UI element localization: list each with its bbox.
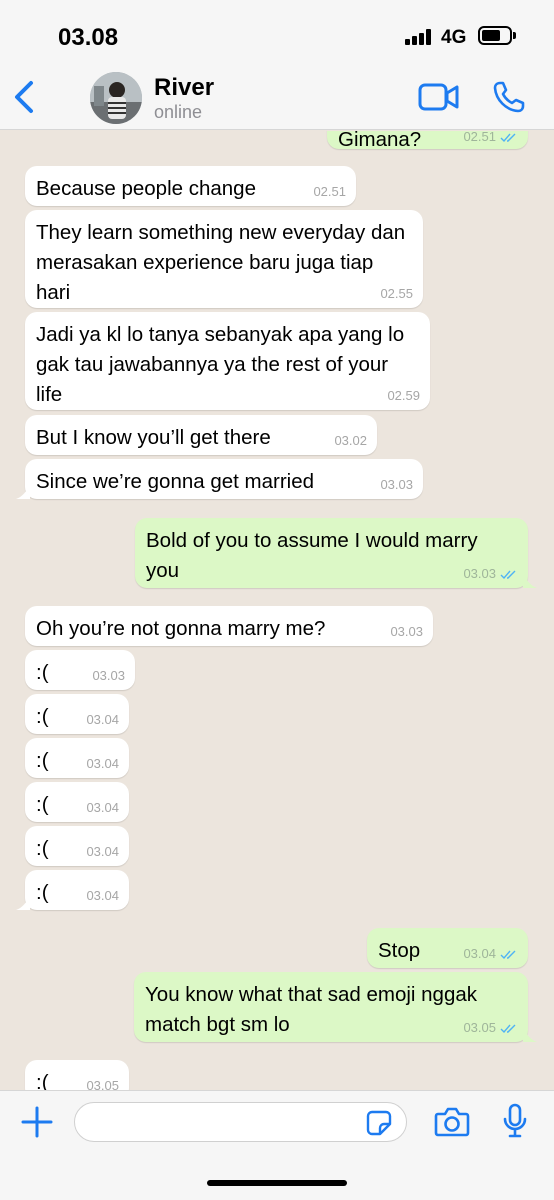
message-time: 03.04 <box>86 888 119 903</box>
message-time: 03.03 <box>92 668 125 683</box>
message-text: :( <box>36 881 49 904</box>
video-camera-icon <box>418 83 459 111</box>
status-time: 03.08 <box>58 24 119 51</box>
message-text: Gimana? <box>338 131 422 151</box>
message-text: Because people change <box>36 177 256 200</box>
message-bubble[interactable]: :( 03.04 <box>16 870 129 910</box>
message-bubble[interactable]: Since we’re gonna get married 03.03 <box>16 459 423 499</box>
message-text: Oh you’re not gonna marry me? <box>36 617 326 640</box>
read-receipt-icon <box>500 950 516 959</box>
status-bar: 03.08 4G <box>0 0 554 64</box>
message-time: 02.51 <box>463 131 496 144</box>
read-receipt-icon <box>500 133 516 142</box>
message-text: :( <box>36 749 49 772</box>
message-time: 03.04 <box>86 712 119 727</box>
message-bubble[interactable]: You know what that sad emoji nggak match… <box>134 972 537 1042</box>
message-bubble[interactable]: But I know you’ll get there 03.02 <box>25 415 377 455</box>
message-bubble[interactable]: :( 03.04 <box>25 782 129 822</box>
message-bubble[interactable]: :( 03.05 <box>25 1060 129 1090</box>
camera-icon <box>434 1107 470 1137</box>
voice-call-button[interactable] <box>492 80 526 114</box>
message-time: 03.03 <box>380 477 413 492</box>
message-bubble[interactable]: Oh you’re not gonna marry me? 03.03 <box>25 606 433 646</box>
read-receipt-icon <box>500 570 516 579</box>
message-bubble[interactable]: :( 03.03 <box>25 650 135 690</box>
message-text: :( <box>36 793 49 816</box>
battery-icon <box>478 26 516 45</box>
attach-button[interactable] <box>20 1105 54 1139</box>
message-bubble[interactable]: They learn something new everyday dan me… <box>25 210 423 308</box>
message-time: 03.03 <box>390 624 423 639</box>
message-time: 02.59 <box>387 388 420 403</box>
message-time: 03.04 <box>86 756 119 771</box>
message-text: You know what that sad emoji nggak match… <box>145 983 478 1036</box>
message-text: Bold of you to assume I would marry you <box>146 529 478 582</box>
message-time: 02.51 <box>313 184 346 199</box>
message-time: 03.04 <box>463 946 496 961</box>
message-text: :( <box>36 661 49 684</box>
voice-message-button[interactable] <box>502 1103 528 1139</box>
message-bubble[interactable]: :( 03.04 <box>25 826 129 866</box>
message-time: 03.04 <box>86 844 119 859</box>
message-bubble[interactable]: :( 03.04 <box>25 694 129 734</box>
contact-name[interactable]: River <box>154 74 214 102</box>
message-time: 02.55 <box>380 286 413 301</box>
video-call-button[interactable] <box>418 82 460 112</box>
message-text: Stop <box>378 939 421 962</box>
chevron-left-icon <box>15 81 33 113</box>
phone-icon <box>493 81 525 113</box>
avatar[interactable] <box>90 72 142 124</box>
message-text: :( <box>36 837 49 860</box>
camera-button[interactable] <box>434 1107 470 1137</box>
sticker-icon <box>366 1110 392 1136</box>
message-bubble[interactable]: Stop 03.04 <box>367 928 528 968</box>
message-text: :( <box>36 705 49 728</box>
message-time: 03.04 <box>86 800 119 815</box>
message-bubble[interactable]: :( 03.04 <box>25 738 129 778</box>
chat-area[interactable]: Gimana? 02.51 Because people change 02.5… <box>0 131 554 1090</box>
message-time: 03.03 <box>463 566 496 581</box>
message-text: Jadi ya kl lo tanya sebanyak apa yang lo… <box>36 323 405 406</box>
message-bubble[interactable]: Because people change 02.51 <box>25 166 356 206</box>
chat-header: River online <box>0 64 554 130</box>
read-receipt-icon <box>500 1024 516 1033</box>
message-bubble[interactable]: Bold of you to assume I would marry you … <box>135 518 537 588</box>
message-text: :( <box>36 1071 49 1090</box>
plus-icon <box>21 1106 53 1138</box>
sticker-button[interactable] <box>366 1110 392 1136</box>
network-type: 4G <box>441 27 467 48</box>
microphone-icon <box>503 1103 527 1138</box>
message-time: 03.02 <box>334 433 367 448</box>
message-text: They learn something new everyday dan me… <box>36 221 406 304</box>
home-indicator[interactable] <box>207 1180 347 1186</box>
contact-status: online <box>154 102 203 122</box>
message-text: But I know you’ll get there <box>36 426 271 449</box>
message-time: 03.05 <box>86 1078 119 1091</box>
signal-strength-icon <box>405 29 435 45</box>
message-text: Since we’re gonna get married <box>36 470 315 493</box>
message-bubble[interactable]: Gimana? 02.51 <box>327 131 528 151</box>
message-bubble[interactable]: Jadi ya kl lo tanya sebanyak apa yang lo… <box>25 312 430 410</box>
message-input[interactable] <box>74 1102 407 1142</box>
back-button[interactable] <box>10 78 40 116</box>
message-time: 03.05 <box>463 1020 496 1035</box>
